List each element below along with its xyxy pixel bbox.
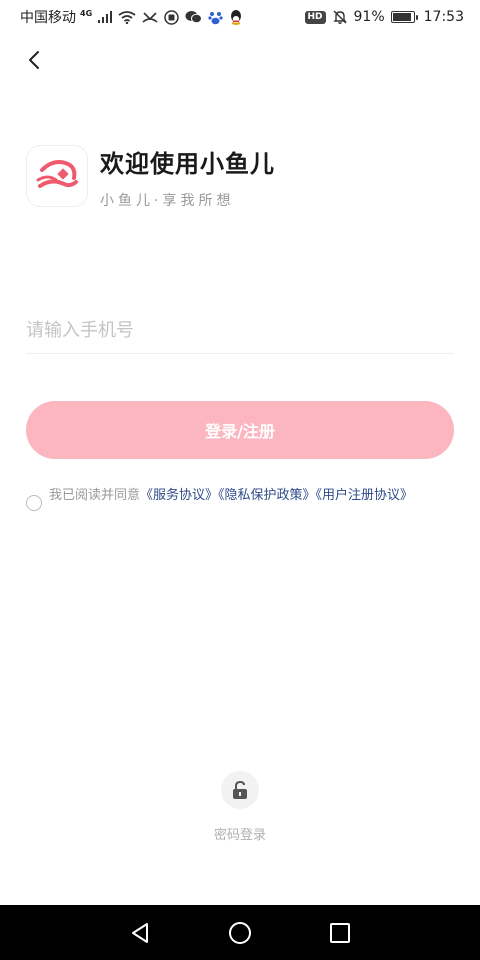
signal-icon [98, 11, 113, 23]
privacy-policy-link[interactable]: 《隐私保护政策》 [218, 488, 316, 503]
back-button[interactable] [20, 46, 48, 74]
hd-badge: HD [304, 10, 326, 24]
mute-icon [332, 9, 348, 25]
system-nav-bar [0, 905, 480, 960]
battery-icon [390, 11, 418, 23]
status-bar-left: 中国移动 4G [20, 7, 243, 27]
status-bar-right: HD 91% 17:53 [304, 9, 464, 25]
agreement-text: 我已阅读并同意《服务协议》《隐私保护政策》《用户注册协议》 [49, 486, 459, 506]
recents-square-icon [330, 922, 350, 943]
login-screen: 中国移动 4G HD 91% 17:53 欢迎使用小鱼儿 小鱼儿·享我所想 请输… [0, 0, 480, 960]
phone-input[interactable] [26, 308, 454, 354]
status-bar: 中国移动 4G HD 91% 17:53 [0, 0, 480, 34]
agreement-prefix: 我已阅读并同意 [49, 488, 141, 503]
user-registration-link[interactable]: 《用户注册协议》 [316, 488, 414, 503]
app-notification-icon [164, 9, 179, 25]
clock: 17:53 [423, 9, 464, 25]
fish-logo-icon [36, 160, 78, 188]
app-logo [26, 145, 88, 207]
nav-recents-button[interactable] [325, 918, 355, 948]
carrier-name: 中国移动 [20, 10, 76, 26]
qq-icon [229, 9, 243, 25]
lock-icon [233, 780, 247, 799]
lock-icon-wrap [221, 771, 259, 809]
network-type: 4G [80, 8, 93, 18]
wechat-icon [185, 10, 203, 24]
nav-back-button[interactable] [125, 918, 155, 948]
service-agreement-link[interactable]: 《服务协议》 [140, 488, 218, 503]
missed-call-icon [142, 10, 158, 24]
password-login-button[interactable]: 密码登录 [190, 771, 290, 843]
login-register-button[interactable]: 登录/注册 [26, 401, 454, 459]
home-circle-icon [229, 921, 251, 944]
battery-percent: 91% [353, 9, 385, 25]
password-login-label: 密码登录 [213, 828, 266, 843]
nav-home-button[interactable] [225, 918, 255, 948]
welcome-subtitle: 小鱼儿·享我所想 [100, 193, 235, 209]
wifi-icon [118, 10, 136, 24]
agreement-checkbox[interactable] [26, 495, 42, 511]
chevron-left-icon [29, 51, 39, 69]
baidu-icon [208, 10, 223, 25]
welcome-title: 欢迎使用小鱼儿 [100, 150, 275, 178]
back-triangle-icon [132, 922, 148, 943]
